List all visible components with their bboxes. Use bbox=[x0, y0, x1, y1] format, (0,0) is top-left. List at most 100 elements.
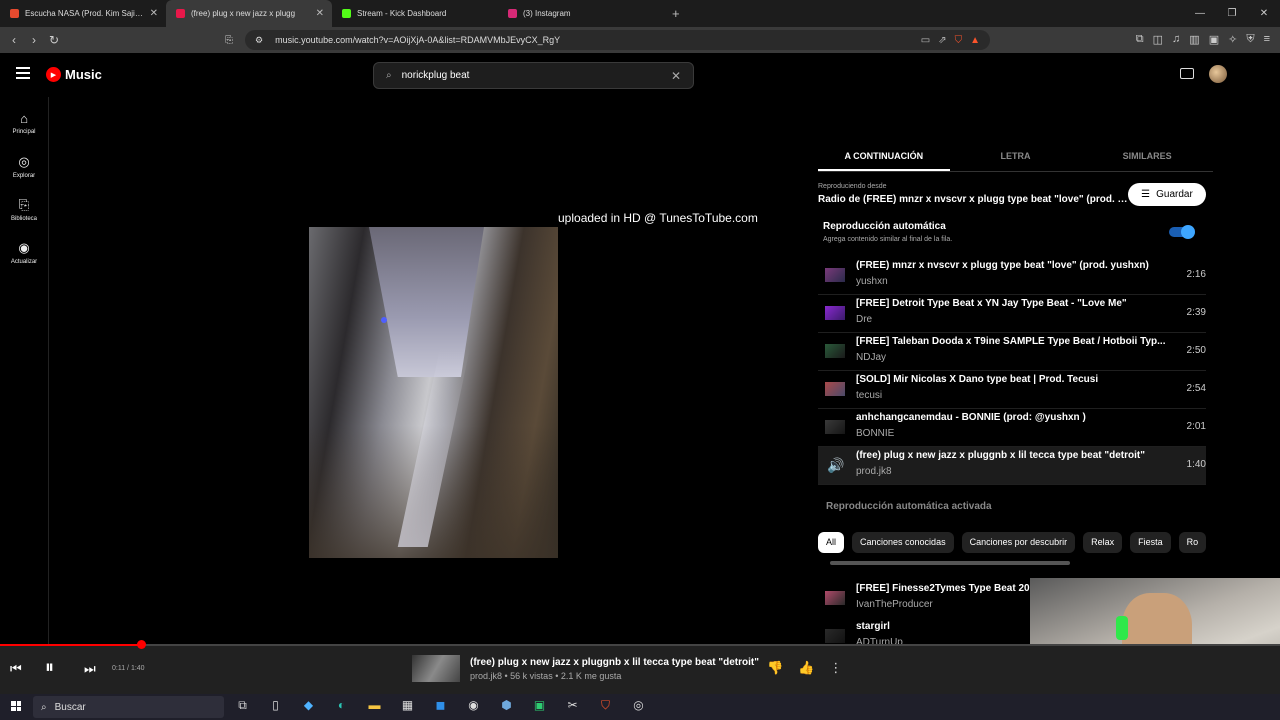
queue-thumbnail bbox=[825, 629, 845, 643]
sidebar-item-actualizar[interactable]: ◉ Actualizar bbox=[0, 240, 48, 265]
now-playing-meta: prod.jk8 • 56 k vistas • 2.1 K me gusta bbox=[470, 671, 622, 681]
maximize-icon[interactable]: ❐ bbox=[1216, 0, 1248, 27]
bookmark-icon[interactable]: ⎘ bbox=[225, 35, 233, 46]
wallet-icon[interactable]: ▣ bbox=[1209, 33, 1219, 46]
obs-icon[interactable]: ◎ bbox=[629, 698, 648, 713]
windows-start-icon[interactable] bbox=[11, 701, 21, 711]
chip-all[interactable]: All bbox=[818, 532, 845, 553]
chip-discover[interactable]: Canciones por descubrir bbox=[961, 532, 1076, 553]
autoplay-toggle[interactable] bbox=[1169, 225, 1195, 239]
brave-shield-icon[interactable]: ⛉ bbox=[955, 35, 963, 46]
sidebar-toggle-icon[interactable]: ▥ bbox=[1189, 33, 1199, 46]
close-tab-icon[interactable]: ✕ bbox=[150, 8, 158, 19]
forward-icon[interactable]: › bbox=[24, 33, 44, 47]
copilot-icon[interactable]: ◆ bbox=[299, 698, 318, 713]
queue-item-artist[interactable]: BONNIE bbox=[856, 428, 894, 439]
site-info-icon[interactable]: ⚙ bbox=[255, 35, 263, 46]
previous-icon[interactable]: ⏮ bbox=[10, 661, 22, 677]
app-icon[interactable]: ◉ bbox=[464, 698, 483, 713]
pause-icon[interactable]: ⏸ bbox=[45, 657, 54, 678]
steam-icon[interactable]: ⬢ bbox=[497, 698, 516, 713]
folder-icon[interactable]: ▬ bbox=[365, 698, 384, 713]
youtube-music-logo[interactable]: ▶ Music bbox=[46, 67, 102, 82]
now-playing-actions: 👎 👍 ⋮ bbox=[767, 660, 842, 676]
capcut-icon[interactable]: ✂ bbox=[563, 698, 582, 713]
browser-tab[interactable]: (3) Instagram bbox=[498, 0, 664, 27]
more-options-icon[interactable]: ⋮ bbox=[829, 660, 842, 676]
sheets-icon[interactable]: ▣ bbox=[530, 698, 549, 713]
close-tab-icon[interactable]: ✕ bbox=[316, 8, 324, 19]
music-icon[interactable]: ♫ bbox=[1172, 33, 1180, 46]
clear-search-icon[interactable]: ✕ bbox=[671, 69, 681, 83]
url-field[interactable]: ⎘ ⚙ music.youtube.com/watch?v=AOijXjA-0A… bbox=[225, 30, 990, 50]
hamburger-menu-icon[interactable] bbox=[16, 67, 30, 79]
store-icon[interactable]: ▦ bbox=[398, 698, 417, 713]
url-text: music.youtube.com/watch?v=AOijXjA-0A&lis… bbox=[275, 35, 561, 45]
sidebar-item-principal[interactable]: ⌂ Principal bbox=[0, 111, 48, 135]
menu-icon[interactable]: ≡ bbox=[1264, 33, 1270, 46]
tab-up-next[interactable]: A CONTINUACIÓN bbox=[818, 140, 950, 171]
chip-relax[interactable]: Relax bbox=[1083, 532, 1123, 553]
brave-icon[interactable]: ⛉ bbox=[596, 698, 615, 713]
cast-icon[interactable] bbox=[1180, 68, 1194, 79]
extensions-icon[interactable]: ⧉ bbox=[1136, 33, 1144, 46]
file-icon[interactable]: ▯ bbox=[266, 698, 285, 713]
filter-chips: All Canciones conocidas Canciones por de… bbox=[818, 532, 1206, 553]
webcam-headset bbox=[1116, 616, 1128, 640]
sidebar-item-biblioteca[interactable]: ⎘ Biblioteca bbox=[0, 197, 48, 222]
share-icon[interactable]: ⇗ bbox=[938, 35, 946, 46]
rewards-icon[interactable]: ▲ bbox=[970, 35, 980, 46]
new-tab-button[interactable]: + bbox=[672, 6, 680, 21]
avatar[interactable] bbox=[1209, 65, 1227, 83]
tab-label: (free) plug x new jazz x plugg bbox=[191, 9, 296, 18]
queue-item-artist[interactable]: NDJay bbox=[856, 352, 886, 363]
queue-item[interactable]: anhchangcanemdau - BONNIE (prod: @yushxn… bbox=[818, 409, 1206, 447]
like-icon[interactable]: 👍 bbox=[798, 660, 814, 676]
chips-scrollbar[interactable] bbox=[830, 561, 1070, 565]
browser-tab-active[interactable]: (free) plug x new jazz x plugg ✕ bbox=[166, 0, 332, 27]
tab-related[interactable]: SIMILARES bbox=[1081, 140, 1213, 171]
queue-list: (FREE) mnzr x nvscvr x plugg type beat "… bbox=[818, 257, 1206, 485]
close-window-icon[interactable]: ✕ bbox=[1248, 0, 1280, 27]
queue-item[interactable]: [SOLD] Mir Nicolas X Dano type beat | Pr… bbox=[818, 371, 1206, 409]
tab-lyrics[interactable]: LETRA bbox=[950, 140, 1082, 171]
task-view-icon[interactable]: ⧉ bbox=[233, 698, 252, 713]
progress-knob[interactable] bbox=[137, 640, 146, 649]
save-button[interactable]: ☰ Guardar bbox=[1128, 183, 1206, 206]
radio-title[interactable]: Radio de (FREE) mnzr x nvscvr x plugg ty… bbox=[818, 194, 1128, 205]
edge-icon[interactable]: ◐ bbox=[332, 698, 351, 713]
chip-party[interactable]: Fiesta bbox=[1130, 532, 1171, 553]
chip-known-songs[interactable]: Canciones conocidas bbox=[852, 532, 954, 553]
dislike-icon[interactable]: 👎 bbox=[767, 660, 783, 676]
queue-item[interactable]: (FREE) mnzr x nvscvr x plugg type beat "… bbox=[818, 257, 1206, 295]
vpn-icon[interactable]: ⛨ bbox=[1246, 33, 1254, 46]
queue-item-artist[interactable]: yushxn bbox=[856, 276, 888, 287]
search-input[interactable]: ⌕ norickplug beat ✕ bbox=[373, 62, 694, 89]
minimize-icon[interactable]: — bbox=[1184, 0, 1216, 27]
queue-item-artist[interactable]: tecusi bbox=[856, 390, 882, 401]
video-artwork[interactable] bbox=[309, 227, 558, 558]
sidebar-item-explorar[interactable]: ◎ Explorar bbox=[0, 154, 48, 179]
queue-item-now-playing[interactable]: 🔊 (free) plug x new jazz x pluggnb x lil… bbox=[818, 447, 1206, 485]
queue-item-artist[interactable]: prod.jk8 bbox=[856, 466, 892, 477]
chip-more[interactable]: Ro bbox=[1178, 532, 1206, 553]
queue-item-duration: 2:50 bbox=[1186, 345, 1206, 356]
ai-icon[interactable]: ✧ bbox=[1228, 33, 1237, 46]
now-playing-title[interactable]: (free) plug x new jazz x pluggnb x lil t… bbox=[470, 657, 759, 668]
queue-item-artist[interactable]: Dre bbox=[856, 314, 872, 325]
browser-tab[interactable]: Stream - Kick Dashboard bbox=[332, 0, 498, 27]
reload-icon[interactable]: ↻ bbox=[44, 33, 64, 47]
now-playing-thumbnail[interactable] bbox=[412, 655, 460, 682]
browser-tab[interactable]: Escucha NASA (Prod. Kim Sajiro) de : ✕ bbox=[0, 0, 166, 27]
screenshot-icon[interactable]: ◫ bbox=[1153, 33, 1163, 46]
queue-item[interactable]: [FREE] Taleban Dooda x T9ine SAMPLE Type… bbox=[818, 333, 1206, 371]
autoplay-item-artist[interactable]: IvanTheProducer bbox=[856, 599, 933, 610]
queue-item[interactable]: [FREE] Detroit Type Beat x YN Jay Type B… bbox=[818, 295, 1206, 333]
outlook-icon[interactable]: ◼ bbox=[431, 698, 450, 713]
back-icon[interactable]: ‹ bbox=[4, 33, 24, 47]
taskbar-search-input[interactable]: ⌕ Buscar bbox=[33, 696, 224, 718]
screen-icon[interactable]: ▭ bbox=[921, 35, 930, 46]
next-icon[interactable]: ⏭ bbox=[84, 661, 96, 677]
queue-thumbnail bbox=[825, 420, 845, 434]
progress-bar[interactable] bbox=[0, 640, 1280, 649]
